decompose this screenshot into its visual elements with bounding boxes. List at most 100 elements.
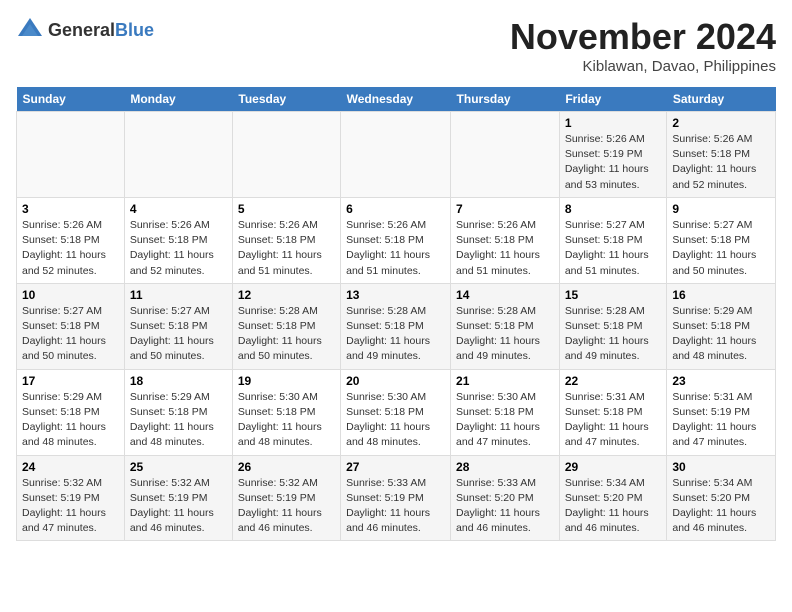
calendar-cell: 24 Sunrise: 5:32 AM Sunset: 5:19 PM Dayli… [17, 455, 125, 541]
calendar-cell: 15 Sunrise: 5:28 AM Sunset: 5:18 PM Dayli… [559, 283, 667, 369]
day-number: 26 [238, 460, 335, 474]
calendar-cell: 11 Sunrise: 5:27 AM Sunset: 5:18 PM Dayli… [124, 283, 232, 369]
calendar-cell: 21 Sunrise: 5:30 AM Sunset: 5:18 PM Dayli… [451, 369, 560, 455]
calendar-cell [451, 112, 560, 198]
calendar-cell: 16Sunrise: 5:29 AM Sunset: 5:18 PM Dayli… [667, 283, 776, 369]
calendar-cell: 4 Sunrise: 5:26 AM Sunset: 5:18 PM Daylig… [124, 197, 232, 283]
title-section: November 2024 Kiblawan, Davao, Philippin… [510, 16, 776, 75]
day-number: 3 [22, 202, 119, 216]
day-number: 17 [22, 374, 119, 388]
day-info: Sunrise: 5:32 AM Sunset: 5:19 PM Dayligh… [130, 477, 214, 535]
calendar-week-row: 3 Sunrise: 5:26 AM Sunset: 5:18 PM Daylig… [17, 197, 776, 283]
weekday-header-cell: Sunday [17, 87, 125, 112]
calendar-cell: 8Sunrise: 5:27 AM Sunset: 5:18 PM Daylig… [559, 197, 667, 283]
calendar-cell: 5Sunrise: 5:26 AM Sunset: 5:18 PM Daylig… [232, 197, 340, 283]
day-number: 6 [346, 202, 445, 216]
location-title: Kiblawan, Davao, Philippines [510, 58, 776, 75]
calendar-cell: 7Sunrise: 5:26 AM Sunset: 5:18 PM Daylig… [451, 197, 560, 283]
day-number: 12 [238, 288, 335, 302]
day-info: Sunrise: 5:30 AM Sunset: 5:18 PM Dayligh… [456, 391, 540, 449]
day-info: Sunrise: 5:31 AM Sunset: 5:18 PM Dayligh… [565, 391, 649, 449]
day-info: Sunrise: 5:27 AM Sunset: 5:18 PM Dayligh… [130, 305, 214, 363]
calendar-cell: 2 Sunrise: 5:26 AM Sunset: 5:18 PM Daylig… [667, 112, 776, 198]
weekday-header-cell: Thursday [451, 87, 560, 112]
calendar-body: 1Sunrise: 5:26 AM Sunset: 5:19 PM Daylig… [17, 112, 776, 541]
calendar-cell: 26 Sunrise: 5:32 AM Sunset: 5:19 PM Dayli… [232, 455, 340, 541]
day-number: 4 [130, 202, 227, 216]
day-info: Sunrise: 5:28 AM Sunset: 5:18 PM Dayligh… [346, 305, 430, 363]
day-number: 7 [456, 202, 554, 216]
calendar-cell: 22 Sunrise: 5:31 AM Sunset: 5:18 PM Dayli… [559, 369, 667, 455]
day-number: 19 [238, 374, 335, 388]
day-number: 18 [130, 374, 227, 388]
day-info: Sunrise: 5:26 AM Sunset: 5:18 PM Dayligh… [346, 219, 430, 277]
day-number: 24 [22, 460, 119, 474]
day-info: Sunrise: 5:33 AM Sunset: 5:20 PM Dayligh… [456, 477, 540, 535]
day-info: Sunrise: 5:27 AM Sunset: 5:18 PM Dayligh… [22, 305, 106, 363]
day-info: Sunrise: 5:26 AM Sunset: 5:18 PM Dayligh… [22, 219, 106, 277]
day-number: 1 [565, 116, 662, 130]
day-number: 2 [672, 116, 770, 130]
day-number: 22 [565, 374, 662, 388]
calendar-cell: 28 Sunrise: 5:33 AM Sunset: 5:20 PM Dayli… [451, 455, 560, 541]
day-number: 23 [672, 374, 770, 388]
day-info: Sunrise: 5:26 AM Sunset: 5:18 PM Dayligh… [672, 133, 756, 191]
calendar-cell: 14 Sunrise: 5:28 AM Sunset: 5:18 PM Dayli… [451, 283, 560, 369]
calendar-week-row: 17 Sunrise: 5:29 AM Sunset: 5:18 PM Dayli… [17, 369, 776, 455]
calendar-cell: 27Sunrise: 5:33 AM Sunset: 5:19 PM Dayli… [341, 455, 451, 541]
day-info: Sunrise: 5:31 AM Sunset: 5:19 PM Dayligh… [672, 391, 756, 449]
calendar-cell: 13 Sunrise: 5:28 AM Sunset: 5:18 PM Dayli… [341, 283, 451, 369]
calendar-cell: 25 Sunrise: 5:32 AM Sunset: 5:19 PM Dayli… [124, 455, 232, 541]
day-number: 30 [672, 460, 770, 474]
day-number: 28 [456, 460, 554, 474]
calendar-cell [17, 112, 125, 198]
day-number: 29 [565, 460, 662, 474]
calendar-table: SundayMondayTuesdayWednesdayThursdayFrid… [16, 87, 776, 541]
weekday-header-cell: Monday [124, 87, 232, 112]
calendar-cell: 1Sunrise: 5:26 AM Sunset: 5:19 PM Daylig… [559, 112, 667, 198]
weekday-header-cell: Tuesday [232, 87, 340, 112]
day-info: Sunrise: 5:30 AM Sunset: 5:18 PM Dayligh… [238, 391, 322, 449]
day-number: 11 [130, 288, 227, 302]
calendar-cell [232, 112, 340, 198]
day-number: 21 [456, 374, 554, 388]
calendar-cell: 10 Sunrise: 5:27 AM Sunset: 5:18 PM Dayli… [17, 283, 125, 369]
calendar-week-row: 1Sunrise: 5:26 AM Sunset: 5:19 PM Daylig… [17, 112, 776, 198]
day-info: Sunrise: 5:28 AM Sunset: 5:18 PM Dayligh… [456, 305, 540, 363]
day-number: 27 [346, 460, 445, 474]
day-info: Sunrise: 5:27 AM Sunset: 5:18 PM Dayligh… [672, 219, 756, 277]
calendar-cell: 29 Sunrise: 5:34 AM Sunset: 5:20 PM Dayli… [559, 455, 667, 541]
day-number: 9 [672, 202, 770, 216]
day-info: Sunrise: 5:34 AM Sunset: 5:20 PM Dayligh… [672, 477, 756, 535]
day-info: Sunrise: 5:32 AM Sunset: 5:19 PM Dayligh… [22, 477, 106, 535]
calendar-cell: 9 Sunrise: 5:27 AM Sunset: 5:18 PM Daylig… [667, 197, 776, 283]
calendar-cell: 23 Sunrise: 5:31 AM Sunset: 5:19 PM Dayli… [667, 369, 776, 455]
day-number: 13 [346, 288, 445, 302]
day-number: 10 [22, 288, 119, 302]
day-info: Sunrise: 5:28 AM Sunset: 5:18 PM Dayligh… [565, 305, 649, 363]
day-number: 16 [672, 288, 770, 302]
calendar-cell: 30 Sunrise: 5:34 AM Sunset: 5:20 PM Dayli… [667, 455, 776, 541]
day-info: Sunrise: 5:29 AM Sunset: 5:18 PM Dayligh… [22, 391, 106, 449]
weekday-header-row: SundayMondayTuesdayWednesdayThursdayFrid… [17, 87, 776, 112]
day-number: 15 [565, 288, 662, 302]
calendar-cell: 17 Sunrise: 5:29 AM Sunset: 5:18 PM Dayli… [17, 369, 125, 455]
logo-general-text: General [48, 20, 115, 40]
day-info: Sunrise: 5:32 AM Sunset: 5:19 PM Dayligh… [238, 477, 322, 535]
calendar-cell [124, 112, 232, 198]
calendar-cell: 6 Sunrise: 5:26 AM Sunset: 5:18 PM Daylig… [341, 197, 451, 283]
calendar-cell: 3 Sunrise: 5:26 AM Sunset: 5:18 PM Daylig… [17, 197, 125, 283]
day-info: Sunrise: 5:26 AM Sunset: 5:18 PM Dayligh… [130, 219, 214, 277]
header: GeneralBlue November 2024 Kiblawan, Dava… [16, 16, 776, 75]
day-number: 14 [456, 288, 554, 302]
weekday-header-cell: Friday [559, 87, 667, 112]
day-info: Sunrise: 5:30 AM Sunset: 5:18 PM Dayligh… [346, 391, 430, 449]
calendar-cell: 18Sunrise: 5:29 AM Sunset: 5:18 PM Dayli… [124, 369, 232, 455]
logo-icon [16, 16, 44, 44]
day-number: 25 [130, 460, 227, 474]
day-info: Sunrise: 5:28 AM Sunset: 5:18 PM Dayligh… [238, 305, 322, 363]
day-number: 8 [565, 202, 662, 216]
calendar-cell: 19 Sunrise: 5:30 AM Sunset: 5:18 PM Dayli… [232, 369, 340, 455]
calendar-cell: 20Sunrise: 5:30 AM Sunset: 5:18 PM Dayli… [341, 369, 451, 455]
day-info: Sunrise: 5:34 AM Sunset: 5:20 PM Dayligh… [565, 477, 649, 535]
